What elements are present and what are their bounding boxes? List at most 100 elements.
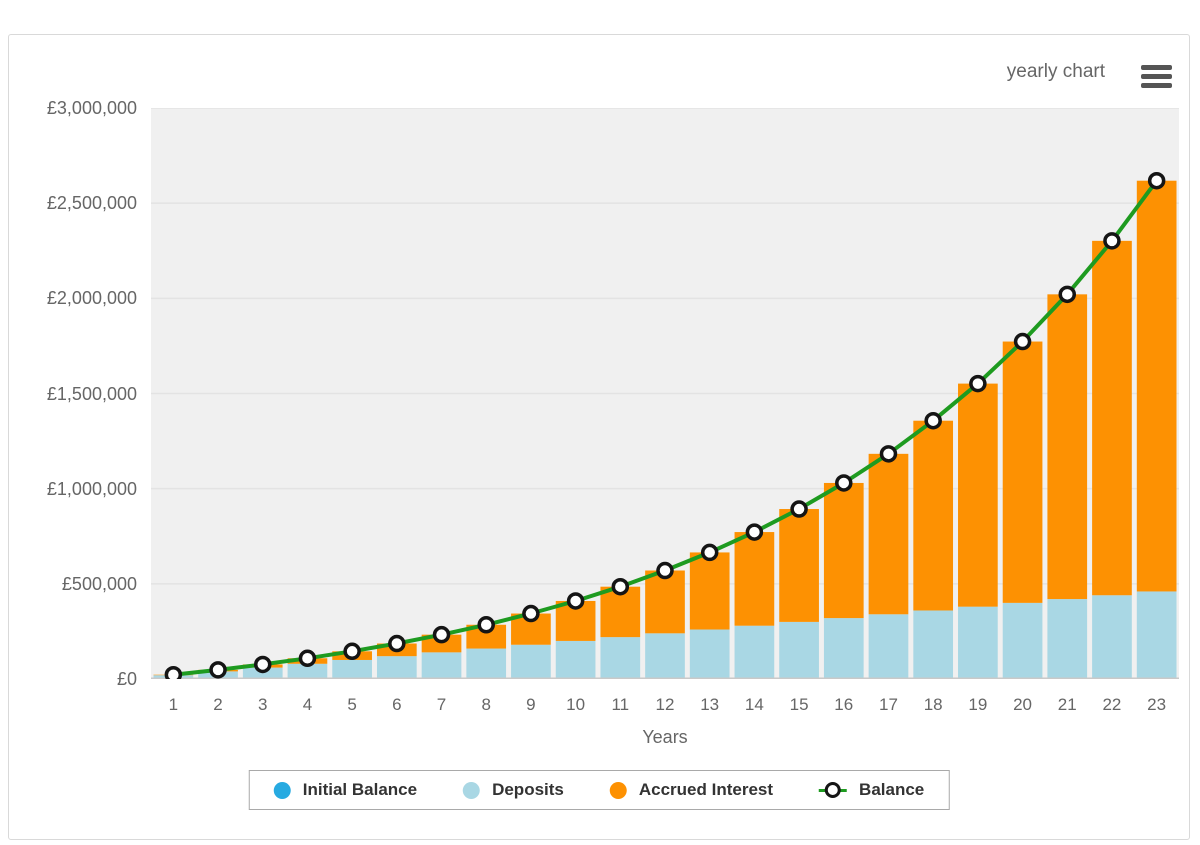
balance-marker[interactable] — [253, 655, 272, 674]
bar-segment-accrued-interest[interactable] — [1092, 240, 1132, 596]
legend-item-balance[interactable]: Balance — [819, 780, 924, 800]
bar-segment-deposits[interactable] — [332, 659, 372, 679]
x-tick-label: 3 — [258, 695, 268, 714]
bar-segment-accrued-interest[interactable] — [823, 482, 864, 619]
balance-marker[interactable] — [164, 665, 183, 679]
x-tick-label: 8 — [481, 695, 491, 714]
bar-segment-deposits[interactable] — [868, 614, 909, 679]
bar-segment-deposits[interactable] — [823, 618, 864, 679]
bar-segment-deposits[interactable] — [734, 625, 775, 679]
bar-segment-accrued-interest[interactable] — [689, 552, 730, 630]
x-tick-label: 13 — [700, 695, 720, 714]
balance-marker[interactable] — [343, 642, 361, 661]
balance-marker[interactable] — [388, 634, 406, 653]
legend-item-accrued-interest[interactable]: Accrued Interest — [609, 780, 773, 800]
bar-segment-accrued-interest[interactable] — [913, 420, 954, 611]
chart-view-label: yearly chart — [1006, 61, 1105, 82]
bar-segment-deposits[interactable] — [600, 637, 641, 679]
deposits-swatch-icon — [463, 781, 481, 799]
hamburger-icon[interactable] — [1141, 65, 1172, 88]
legend-marker-ring — [825, 781, 842, 798]
legend-label-balance: Balance — [859, 780, 925, 799]
bar-segment-accrued-interest[interactable] — [1002, 341, 1043, 603]
chart-svg — [151, 108, 1179, 679]
bar-segment-accrued-interest[interactable] — [779, 509, 819, 622]
bar-segment-accrued-interest[interactable] — [1047, 294, 1088, 600]
y-tick-label: £3,000,000 — [46, 98, 137, 118]
bar-segment-accrued-interest[interactable] — [958, 383, 998, 607]
balance-line-marker-icon — [819, 781, 848, 799]
bar-segment-accrued-interest[interactable] — [1136, 180, 1177, 592]
bar-segment-accrued-interest[interactable] — [734, 532, 775, 626]
balance-marker[interactable] — [209, 661, 227, 679]
chart-card: yearly chart £0 £500,000 £1,000,000 £1,500,… — [8, 34, 1190, 840]
balance-marker[interactable] — [700, 543, 719, 562]
x-axis-labels: 1 2 3 4 5 6 7 8 9 10 11 12 13 14 15 16 17 18 19 20 21 22 23 — [151, 693, 1179, 717]
x-tick-label: 4 — [302, 695, 313, 714]
legend-item-deposits[interactable]: Deposits — [463, 780, 564, 800]
bar-segment-deposits[interactable] — [421, 652, 462, 679]
x-tick-label: 6 — [392, 695, 402, 714]
page: yearly chart £0 £500,000 £1,000,000 £1,500,… — [0, 0, 1200, 845]
x-tick-label: 7 — [436, 695, 447, 714]
bar-segment-deposits[interactable] — [1136, 591, 1177, 679]
balance-marker[interactable] — [1013, 332, 1032, 351]
y-tick-label: £0 — [116, 669, 137, 689]
x-tick-label: 22 — [1102, 695, 1122, 714]
x-tick-label: 19 — [968, 695, 988, 714]
bar-segment-deposits[interactable] — [376, 656, 417, 679]
accrued-interest-swatch-icon — [609, 781, 627, 799]
x-tick-label: 14 — [744, 695, 764, 714]
x-tick-label: 5 — [347, 695, 357, 714]
bar-segment-deposits[interactable] — [913, 610, 954, 679]
hamburger-bar — [1141, 74, 1172, 79]
x-tick-label: 2 — [213, 695, 223, 714]
balance-marker[interactable] — [656, 561, 674, 580]
balance-marker[interactable] — [611, 577, 630, 596]
bar-segment-deposits[interactable] — [689, 629, 730, 679]
balance-marker[interactable] — [924, 411, 942, 430]
hamburger-bar — [1141, 65, 1172, 70]
balance-marker[interactable] — [835, 474, 853, 492]
x-tick-label: 1 — [168, 695, 179, 714]
bar-segment-deposits[interactable] — [1047, 599, 1088, 679]
y-tick-label: £1,500,000 — [46, 383, 137, 404]
y-tick-label: £500,000 — [61, 573, 137, 594]
bar-segment-deposits[interactable] — [1002, 602, 1043, 679]
balance-marker[interactable] — [969, 374, 987, 393]
x-tick-label: 18 — [923, 695, 943, 714]
x-tick-label: 21 — [1057, 695, 1077, 714]
balance-marker[interactable] — [879, 445, 898, 463]
x-tick-label: 9 — [526, 695, 536, 714]
balance-marker[interactable] — [1147, 171, 1166, 190]
bar-segment-deposits[interactable] — [511, 644, 551, 679]
balance-marker[interactable] — [790, 500, 808, 518]
x-tick-label: 11 — [611, 695, 630, 714]
balance-marker[interactable] — [432, 625, 451, 644]
bar-segment-deposits[interactable] — [645, 633, 685, 679]
x-tick-label: 17 — [879, 695, 898, 714]
x-tick-label: 15 — [789, 695, 809, 714]
bar-segment-deposits[interactable] — [779, 621, 819, 679]
balance-marker[interactable] — [1058, 285, 1077, 304]
bar-segment-deposits[interactable] — [555, 640, 596, 679]
balance-marker[interactable] — [1103, 232, 1121, 250]
bar-segment-deposits[interactable] — [466, 648, 507, 679]
x-tick-label: 23 — [1147, 695, 1167, 714]
hamburger-bar — [1141, 83, 1172, 88]
bar-segment-deposits[interactable] — [958, 606, 998, 679]
x-tick-label: 16 — [834, 695, 854, 714]
balance-marker[interactable] — [298, 649, 317, 668]
y-axis-labels: £0 £500,000 £1,000,000 £1,500,000 £2,000,000… — [9, 35, 137, 735]
legend-item-initial-balance[interactable]: Initial Balance — [273, 780, 417, 800]
bar-segment-deposits[interactable] — [1092, 595, 1132, 679]
balance-marker[interactable] — [566, 592, 585, 610]
bar-segment-accrued-interest[interactable] — [645, 570, 685, 634]
y-tick-label: £1,000,000 — [46, 478, 137, 499]
y-tick-label: £2,500,000 — [46, 193, 137, 214]
balance-marker[interactable] — [522, 604, 540, 623]
bar-segment-accrued-interest[interactable] — [868, 453, 909, 615]
balance-marker[interactable] — [745, 523, 764, 541]
x-tick-label: 12 — [655, 695, 675, 714]
balance-marker[interactable] — [477, 616, 495, 634]
